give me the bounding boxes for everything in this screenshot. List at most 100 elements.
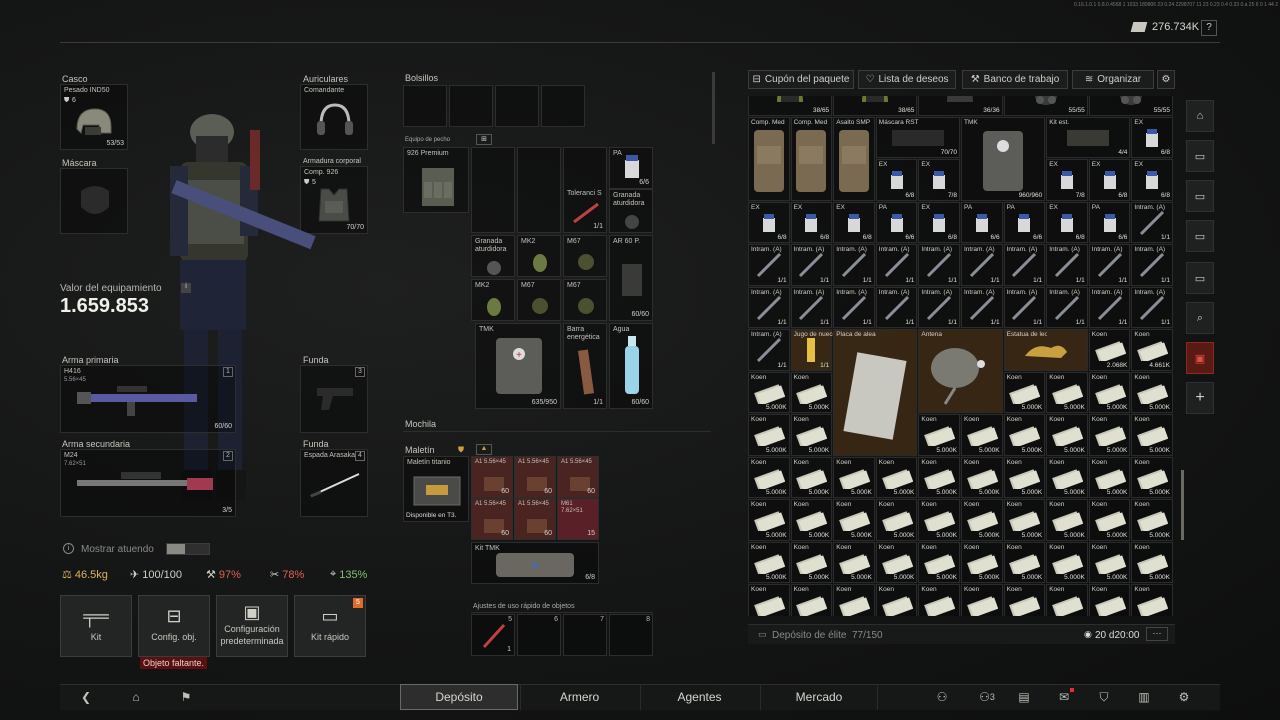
- rig-item-pa[interactable]: PA 6/6: [609, 147, 653, 189]
- stash-item-antenna[interactable]: Antena: [918, 329, 1003, 413]
- tab-agentes[interactable]: Agentes: [640, 684, 758, 710]
- helmet-slot[interactable]: Pesado IND50 ⛊ 6 53/53: [60, 84, 128, 150]
- team-button[interactable]: ⚇: [932, 688, 952, 706]
- stash-item-koen[interactable]: Koen5.000K: [790, 499, 833, 541]
- stash-item-koen[interactable]: Koen5.000K: [1088, 456, 1131, 498]
- friends-button[interactable]: ⚇ 3: [976, 688, 998, 706]
- stash-item-koen[interactable]: Koen5.000K: [1088, 541, 1131, 583]
- stash-item-injector[interactable]: Intram. (A) 1/1: [1046, 286, 1088, 328]
- stash-item-ex[interactable]: EX 6/8: [1131, 116, 1173, 158]
- case-item-ammo-3[interactable]: A1 5.56×45 60: [557, 456, 599, 498]
- stash-item-injector[interactable]: Intram. (A) 1/1: [833, 244, 875, 286]
- stash-item-med[interactable]: EX 6/8: [1046, 201, 1088, 243]
- stash-item-kit[interactable]: Kit est. 4/4: [1046, 116, 1131, 158]
- stash-item-helmet[interactable]: 55/55: [1003, 96, 1088, 116]
- rig-item-m67-2[interactable]: M67: [517, 279, 561, 321]
- stash-item-koen[interactable]: Koen5.000K: [1088, 371, 1131, 413]
- back-button[interactable]: ❮: [76, 688, 96, 706]
- rig-cell-large-1[interactable]: [471, 147, 515, 233]
- stash-item-koen[interactable]: Koen 2.068K: [1088, 329, 1131, 371]
- stash-item-med[interactable]: EX 6/8: [748, 201, 790, 243]
- stash-item-backpack[interactable]: Comp. Med: [748, 116, 790, 201]
- rig-item-flashbang-2[interactable]: Granada aturdidora: [471, 235, 515, 277]
- stash-item-injector[interactable]: Intram. (A) 1/1: [1088, 286, 1131, 328]
- case-slot[interactable]: Maletín titanio Disponible en T3.: [403, 456, 469, 522]
- stash-item-med[interactable]: EX 6/8: [918, 201, 960, 243]
- stash-item-med[interactable]: PA 6/6: [1088, 201, 1131, 243]
- stash-item-koen[interactable]: Koen5.000K: [748, 371, 790, 413]
- side-search-button[interactable]: ⌕: [1186, 302, 1214, 334]
- stash-item-koen[interactable]: Koen5.000K: [961, 499, 1003, 541]
- mail-button[interactable]: ✉: [1054, 688, 1074, 706]
- case-upgrade-icon[interactable]: ▲: [476, 444, 492, 455]
- rig-item-tolerance[interactable]: Toleranci S 1/1: [563, 147, 607, 233]
- stash-item-koen[interactable]: Koen5.000K: [918, 414, 960, 456]
- default-config-button[interactable]: ▣ Configuración predeterminada: [216, 595, 288, 657]
- rig-item-m67[interactable]: M67: [563, 235, 607, 277]
- stash-item-koen[interactable]: Koen5.000K: [1131, 371, 1173, 413]
- stash-item-koen[interactable]: Koen5.000K: [1088, 414, 1131, 456]
- rig-item-tmk[interactable]: TMK + 635/950: [475, 323, 561, 409]
- stash-item-med[interactable]: PA 6/6: [1003, 201, 1046, 243]
- tab-mercado[interactable]: Mercado: [760, 684, 878, 710]
- stash-item-koen[interactable]: Koen5.000K: [875, 584, 918, 616]
- quick-kit-button[interactable]: ▭ Kit rápido 5: [294, 595, 366, 657]
- stash-item-koen[interactable]: Koen5.000K: [918, 584, 960, 616]
- rig-item-ammo-mag[interactable]: AR 60 P. 60/60: [609, 235, 653, 321]
- stash-item-injector[interactable]: Intram. (A) 1/1: [1003, 286, 1046, 328]
- stash-item-injector[interactable]: Intram. (A) 1/1: [748, 286, 790, 328]
- flag-button[interactable]: ⚑: [176, 688, 196, 706]
- stash-item-koen[interactable]: Koen5.000K: [1046, 456, 1088, 498]
- show-outfit-toggle[interactable]: [166, 543, 210, 555]
- stash-item-med[interactable]: Intram. (A) 1/1: [1131, 201, 1173, 243]
- stash-item-koen[interactable]: Koen5.000K: [875, 541, 918, 583]
- settings-button[interactable]: ⚙: [1174, 688, 1194, 706]
- stash-item-koen[interactable]: Koen5.000K: [1131, 499, 1173, 541]
- stash-item-helmet[interactable]: 38/65: [833, 96, 918, 116]
- case-item-kit-tmk[interactable]: Kit TMK ✚ 6/8: [471, 542, 599, 584]
- stash-item-backpack[interactable]: Asalto SMP: [833, 116, 875, 201]
- stash-item-koen[interactable]: Koen5.000K: [833, 456, 875, 498]
- stash-item-backpack[interactable]: Comp. Med: [790, 116, 833, 201]
- stash-item-koen[interactable]: Koen5.000K: [961, 541, 1003, 583]
- stash-item-injector[interactable]: Intram. (A) 1/1: [961, 286, 1003, 328]
- rig-cell-large-2[interactable]: [517, 147, 561, 233]
- panel-scrollbar[interactable]: [712, 72, 715, 144]
- home-button[interactable]: ⌂: [126, 688, 146, 706]
- stash-item-koen[interactable]: Koen5.000K: [748, 499, 790, 541]
- stash-item-koen[interactable]: Koen5.000K: [961, 584, 1003, 616]
- equipment-value-info[interactable]: i: [181, 283, 191, 293]
- stash-item-koen[interactable]: Koen5.000K: [833, 541, 875, 583]
- stash-item-injector[interactable]: Intram. (A) 1/1: [875, 244, 918, 286]
- stash-item-koen[interactable]: Koen5.000K: [1003, 541, 1046, 583]
- tab-armero[interactable]: Armero: [520, 684, 638, 710]
- rig-item-mk2[interactable]: MK2: [517, 235, 561, 277]
- stash-item-koen[interactable]: Koen5.000K: [875, 456, 918, 498]
- stash-item-ex[interactable]: EX 7/8: [918, 159, 960, 201]
- stash-item-ex[interactable]: EX 6/8: [1088, 159, 1131, 201]
- quick-slot-7[interactable]: 7: [563, 614, 607, 656]
- stash-item-koen[interactable]: Koen5.000K: [1003, 584, 1046, 616]
- stash-item-injector[interactable]: Intram. (A) 1/1: [875, 286, 918, 328]
- side-case-button-3[interactable]: ▭: [1186, 220, 1214, 252]
- side-home-button[interactable]: ⌂: [1186, 100, 1214, 132]
- stash-item-koen[interactable]: Koen5.000K: [1131, 414, 1173, 456]
- stash-item-koen[interactable]: Koen5.000K: [875, 499, 918, 541]
- stash-item-koen[interactable]: Koen5.000K: [961, 414, 1003, 456]
- stash-item-ex[interactable]: EX 6/8: [1131, 159, 1173, 201]
- stash-item-koen[interactable]: Koen5.000K: [790, 584, 833, 616]
- rig-item-water[interactable]: Agua 60/60: [609, 323, 653, 409]
- stash-item-koen[interactable]: Koen 4.661K: [1131, 329, 1173, 371]
- rig-item-mk2-2[interactable]: MK2: [471, 279, 515, 321]
- stash-item-mask[interactable]: Máscara RST 70/70: [875, 116, 960, 158]
- case-item-ammo-6[interactable]: M61 7.62×51 15: [557, 498, 599, 540]
- stash-item-juice[interactable]: Jugo de nueces1/1: [790, 329, 834, 371]
- stash-item-ex[interactable]: EX 7/8: [1046, 159, 1088, 201]
- stash-item-injector[interactable]: Intram. (A) 1/1: [1046, 244, 1088, 286]
- stash-more-button[interactable]: ···: [1146, 627, 1168, 641]
- stash-item-koen[interactable]: Koen5.000K: [748, 541, 790, 583]
- stash-item-titanium-plate[interactable]: Placa de aleación de titanio: [833, 329, 918, 456]
- stash-item-ex[interactable]: EX 6/8: [875, 159, 918, 201]
- stash-item-koen[interactable]: Koen5.000K: [1131, 456, 1173, 498]
- side-case-button-1[interactable]: ▭: [1186, 140, 1214, 172]
